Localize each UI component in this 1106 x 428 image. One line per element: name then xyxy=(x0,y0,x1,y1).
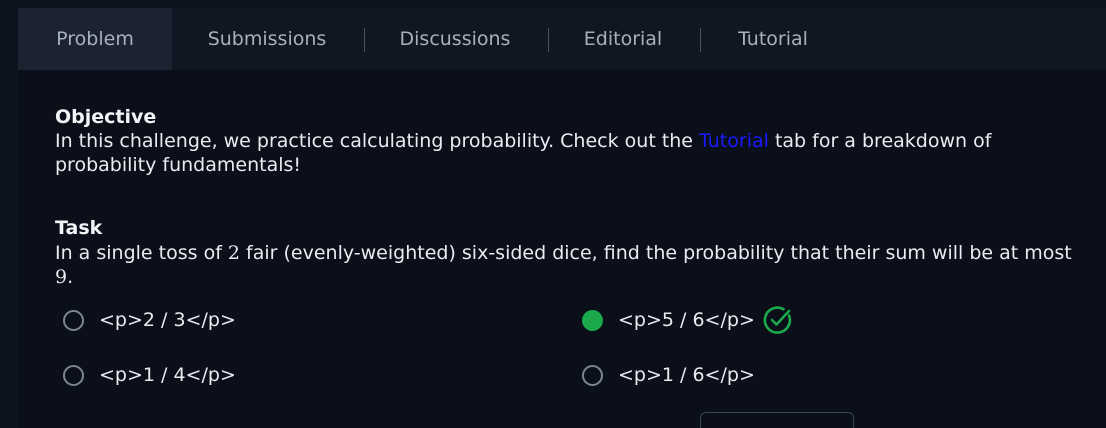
option-label: <p>5 / 6</p> xyxy=(618,309,755,331)
tab-editorial[interactable]: Editorial xyxy=(548,8,698,70)
tab-bar: Problem Submissions Discussions Editoria… xyxy=(18,8,1106,70)
objective-text-start: In this challenge, we practice calculati… xyxy=(55,130,700,152)
option-label: <p>2 / 3</p> xyxy=(99,309,236,331)
tab-problem[interactable]: Problem xyxy=(18,8,172,70)
option-2[interactable]: <p>5 / 6</p> xyxy=(582,305,793,335)
tab-tutorial[interactable]: Tutorial xyxy=(702,8,844,70)
tab-discussions[interactable]: Discussions xyxy=(378,8,532,70)
objective-heading: Objective xyxy=(55,106,157,128)
task-text-start: In a single toss of xyxy=(55,242,228,264)
tab-divider xyxy=(700,28,701,52)
objective-text: In this challenge, we practice calculati… xyxy=(55,129,1085,177)
tutorial-link[interactable]: Tutorial xyxy=(699,130,769,152)
tab-submissions[interactable]: Submissions xyxy=(190,8,344,70)
option-1[interactable]: <p>2 / 3</p> xyxy=(63,305,236,335)
radio-button[interactable] xyxy=(63,309,84,331)
tab-editorial-label: Editorial xyxy=(583,28,663,50)
option-label: <p>1 / 4</p> xyxy=(99,364,236,386)
challenge-page: Problem Submissions Discussions Editoria… xyxy=(0,0,1106,428)
option-4[interactable]: <p>1 / 6</p> xyxy=(582,360,755,390)
task-heading: Task xyxy=(55,217,103,239)
problem-content: Objective In this challenge, we practice… xyxy=(18,70,1106,428)
tab-tutorial-label: Tutorial xyxy=(738,28,808,50)
option-label: <p>1 / 6</p> xyxy=(618,364,755,386)
dice-count: 2 xyxy=(227,242,241,264)
task-text: In a single toss of 2 fair (evenly-weigh… xyxy=(55,241,1085,289)
option-3[interactable]: <p>1 / 4</p> xyxy=(63,360,236,390)
check-circle-icon xyxy=(763,306,791,334)
tab-divider xyxy=(364,28,365,52)
task-text-middle: fair (evenly-weighted) six-sided dice, f… xyxy=(240,242,1072,264)
radio-button[interactable] xyxy=(63,364,84,386)
task-text-end: . xyxy=(67,266,74,288)
tab-problem-label: Problem xyxy=(56,28,134,50)
radio-button[interactable] xyxy=(582,364,603,386)
tab-submissions-label: Submissions xyxy=(207,28,327,50)
submit-button[interactable] xyxy=(700,412,854,428)
tab-discussions-label: Discussions xyxy=(399,28,511,50)
max-sum: 9 xyxy=(55,266,68,288)
radio-button-selected[interactable] xyxy=(582,309,603,331)
